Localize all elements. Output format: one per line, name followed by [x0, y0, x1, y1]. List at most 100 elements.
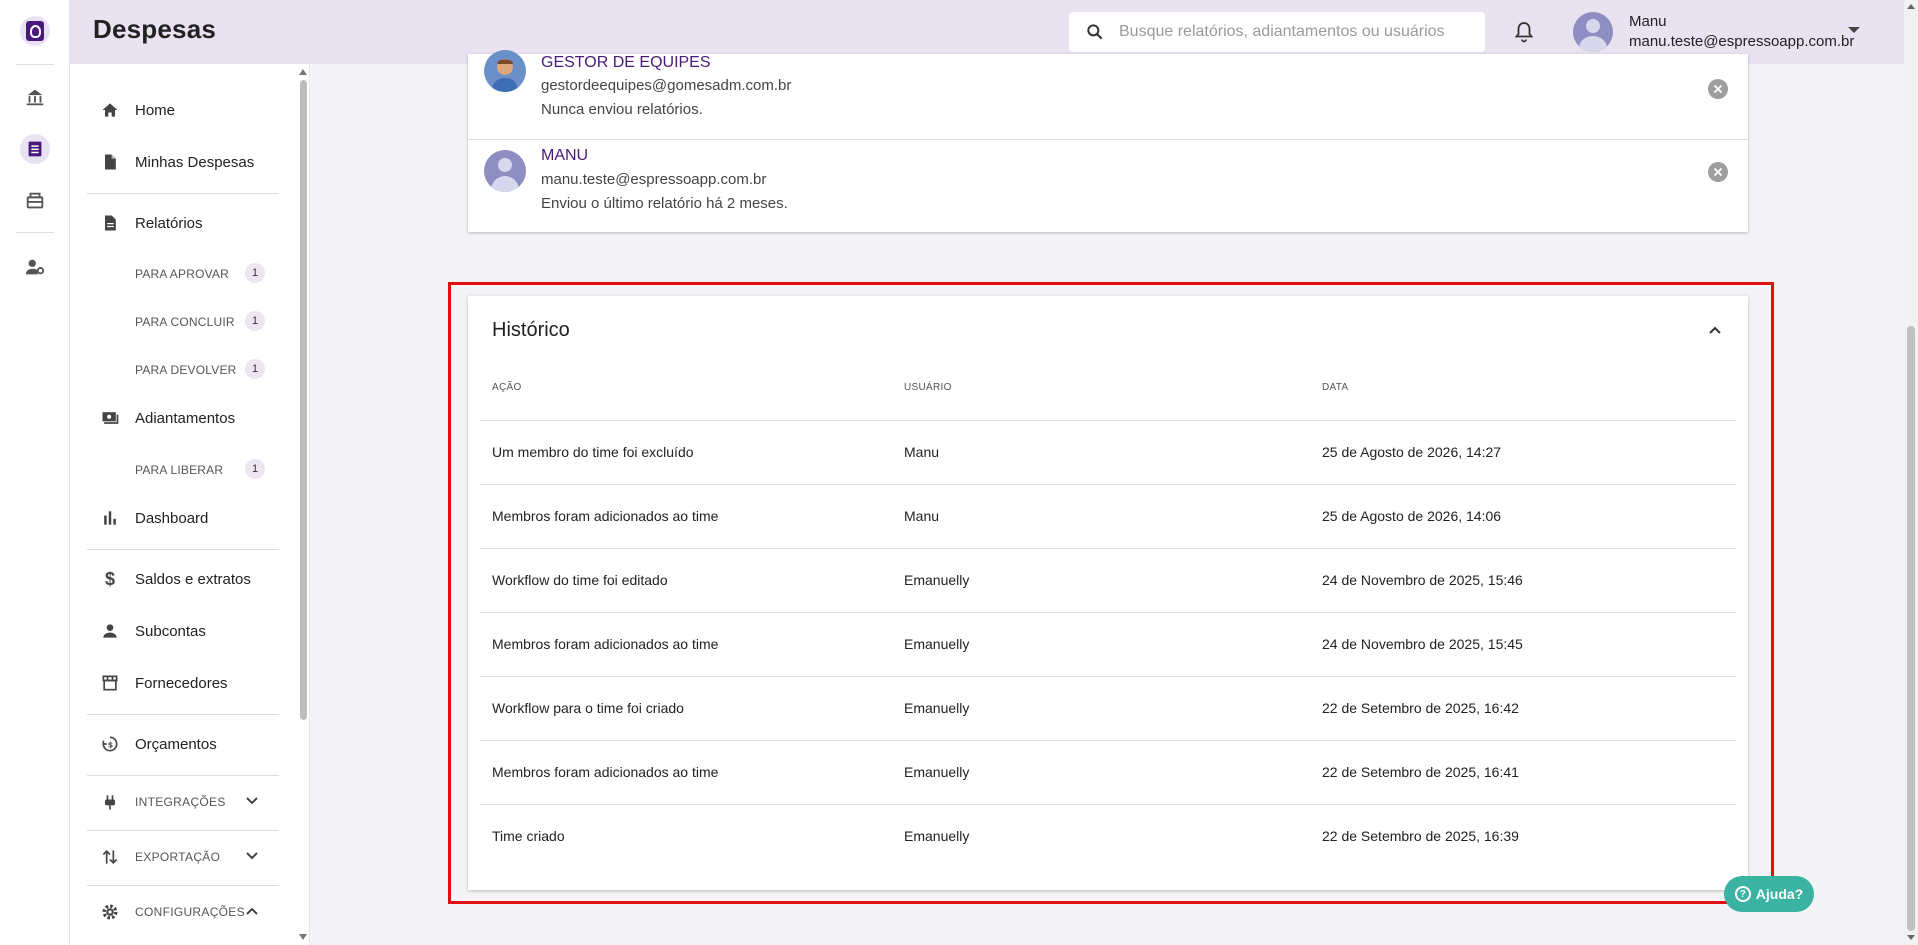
- scroll-up-arrow-icon[interactable]: [299, 69, 307, 75]
- cards-icon[interactable]: [20, 186, 50, 216]
- sidebar-section-exportacao[interactable]: EXPORTAÇÃO: [100, 847, 220, 867]
- sidebar-item-saldos-extratos[interactable]: $ Saldos e extratos: [100, 569, 251, 589]
- member-item: GESTOR DE EQUIPES gestordeequipes@gomesa…: [468, 34, 1748, 126]
- sidebar-item-label: Saldos e extratos: [135, 570, 251, 588]
- scrollbar-thumb[interactable]: [300, 80, 307, 720]
- count-badge: 1: [245, 359, 265, 379]
- cell-acao: Time criado: [492, 828, 565, 844]
- scrollbar-thumb[interactable]: [1907, 326, 1915, 931]
- sidebar-divider: [87, 193, 279, 194]
- svg-text:$: $: [108, 740, 113, 749]
- scroll-down-arrow-icon[interactable]: [299, 934, 307, 940]
- logo-icon[interactable]: [20, 16, 50, 46]
- sidebar-scrollbar[interactable]: [297, 64, 309, 945]
- member-name[interactable]: MANU: [541, 147, 588, 165]
- document-icon: [100, 152, 120, 172]
- rail-divider: [16, 64, 54, 65]
- column-header-usuario: USUÁRIO: [904, 382, 952, 393]
- cell-acao: Workflow para o time foi criado: [492, 700, 684, 716]
- sidebar-item-dashboard[interactable]: Dashboard: [100, 508, 208, 528]
- sidebar-divider: [87, 549, 279, 550]
- close-icon: [1713, 167, 1723, 177]
- dollar-icon: $: [104, 568, 115, 589]
- user-settings-icon[interactable]: [20, 252, 50, 282]
- cell-acao: Membros foram adicionados ao time: [492, 764, 719, 780]
- chevron-up-icon[interactable]: [245, 904, 259, 918]
- chevron-up-icon[interactable]: [1708, 323, 1722, 337]
- sidebar-divider: [87, 775, 279, 776]
- team-members-card: GESTOR DE EQUIPES gestordeequipes@gomesa…: [468, 50, 1748, 232]
- member-email: gestordeequipes@gomesadm.com.br: [541, 77, 792, 94]
- cell-data: 24 de Novembro de 2025, 15:45: [1322, 636, 1523, 652]
- sidebar-item-home[interactable]: Home: [100, 100, 175, 120]
- column-header-data: DATA: [1322, 382, 1349, 393]
- scroll-up-arrow-icon[interactable]: [1907, 4, 1915, 9]
- sidebar-subitem-para-concluir[interactable]: PARA CONCLUIR: [135, 315, 235, 329]
- cell-data: 22 de Setembro de 2025, 16:42: [1322, 700, 1519, 716]
- member-name[interactable]: GESTOR DE EQUIPES: [541, 54, 711, 72]
- sidebar-divider: [87, 714, 279, 715]
- help-label: Ajuda?: [1755, 886, 1804, 902]
- sidebar-item-label: Subcontas: [135, 622, 206, 640]
- bank-icon[interactable]: [20, 82, 50, 112]
- plug-icon: [105, 795, 115, 810]
- column-header-acao: AÇÃO: [492, 382, 522, 393]
- table-row: Membros foram adicionados ao time Emanue…: [480, 612, 1736, 676]
- help-icon: ?: [1734, 886, 1751, 902]
- cell-data: 22 de Setembro de 2025, 16:39: [1322, 828, 1519, 844]
- sidebar-item-label: Adiantamentos: [135, 409, 236, 427]
- budget-icon: $: [100, 734, 120, 754]
- remove-member-button[interactable]: [1708, 162, 1728, 182]
- scroll-down-arrow-icon[interactable]: [1907, 935, 1915, 940]
- count-badge: 1: [245, 263, 265, 283]
- sidebar-subitem-para-aprovar[interactable]: PARA APROVAR: [135, 267, 229, 281]
- chevron-down-icon[interactable]: [245, 849, 259, 863]
- sidebar-item-adiantamentos[interactable]: Adiantamentos: [100, 408, 235, 428]
- sidebar-item-fornecedores[interactable]: Fornecedores: [100, 673, 228, 693]
- count-badge: 1: [245, 311, 265, 331]
- page-scrollbar[interactable]: [1904, 0, 1918, 945]
- rail-divider: [16, 232, 54, 233]
- sidebar-section-configuracoes[interactable]: CONFIGURAÇÕES: [100, 902, 245, 922]
- sidebar-item-label: Dashboard: [135, 509, 209, 527]
- sidebar-subitem-para-devolver[interactable]: PARA DEVOLVER: [135, 363, 237, 377]
- user-name[interactable]: Manu: [1629, 13, 1667, 30]
- sidebar-item-label: Home: [135, 101, 176, 119]
- remove-member-button[interactable]: [1708, 79, 1728, 99]
- member-avatar: [484, 50, 526, 92]
- history-card: Histórico AÇÃO USUÁRIO DATA Um membro do…: [468, 296, 1748, 890]
- sidebar-item-label: Minhas Despesas: [135, 153, 255, 171]
- sidebar-section-integracoes[interactable]: INTEGRAÇÕES: [100, 792, 226, 812]
- cell-data: 22 de Setembro de 2025, 16:41: [1322, 764, 1519, 780]
- sidebar-item-label: Relatórios: [135, 214, 203, 232]
- cell-usuario: Emanuelly: [904, 828, 970, 844]
- export-icon: [102, 849, 118, 865]
- sidebar: Home Minhas Despesas Relatórios PARA APR…: [70, 64, 310, 945]
- help-button[interactable]: ? Ajuda?: [1724, 876, 1814, 912]
- person-icon: [100, 621, 120, 641]
- member-status: Nunca enviou relatórios.: [541, 101, 703, 118]
- member-status: Enviou o último relatório há 2 meses.: [541, 195, 788, 212]
- table-row: Workflow do time foi editado Emanuelly 2…: [480, 548, 1736, 612]
- cell-data: 25 de Agosto de 2026, 14:27: [1322, 444, 1502, 460]
- history-title: Histórico: [492, 319, 570, 341]
- page-title: Despesas: [93, 14, 217, 44]
- member-email: manu.teste@espressoapp.com.br: [541, 171, 767, 188]
- table-row: Time criado Emanuelly 22 de Setembro de …: [480, 804, 1736, 868]
- list-icon[interactable]: [20, 134, 50, 164]
- sidebar-item-minhas-despesas[interactable]: Minhas Despesas: [100, 152, 254, 172]
- store-icon: [100, 673, 120, 693]
- sidebar-subitem-para-liberar[interactable]: PARA LIBERAR: [135, 463, 223, 477]
- cell-usuario: Emanuelly: [904, 700, 970, 716]
- cell-usuario: Emanuelly: [904, 764, 970, 780]
- table-row: Um membro do time foi excluído Manu 25 d…: [480, 420, 1736, 484]
- count-badge: 1: [245, 459, 265, 479]
- table-row: Membros foram adicionados ao time Manu 2…: [480, 484, 1736, 548]
- sidebar-item-relatorios[interactable]: Relatórios: [100, 213, 203, 233]
- left-rail: [0, 0, 70, 945]
- sidebar-divider: [87, 885, 279, 886]
- chevron-down-icon[interactable]: [1848, 27, 1860, 33]
- chevron-down-icon[interactable]: [245, 794, 259, 808]
- sidebar-item-orcamentos[interactable]: $ Orçamentos: [100, 734, 217, 754]
- sidebar-item-subcontas[interactable]: Subcontas: [100, 621, 206, 641]
